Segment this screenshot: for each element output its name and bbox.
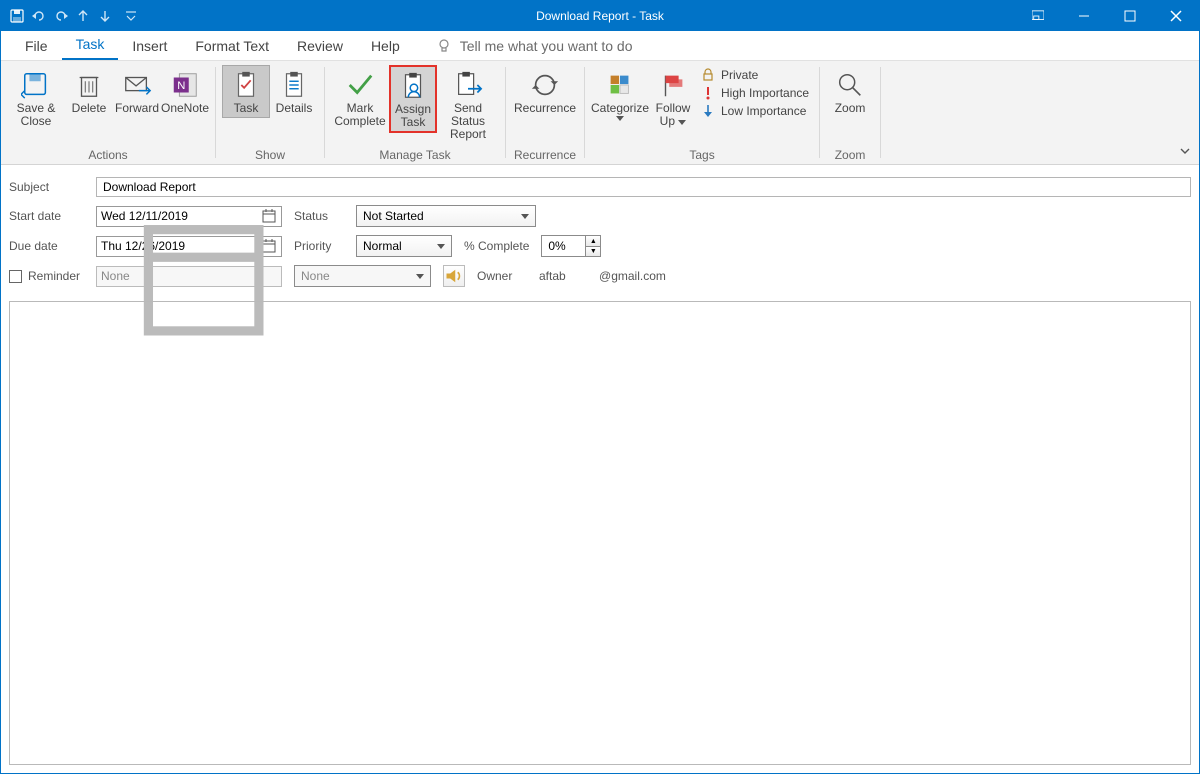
chevron-down-icon	[678, 120, 686, 125]
status-combo[interactable]: Not Started	[356, 205, 536, 227]
maximize-button[interactable]	[1107, 1, 1153, 31]
group-label-manage-task: Manage Task	[331, 146, 499, 164]
owner-value: aftab @gmail.com	[539, 269, 666, 283]
customize-qat-icon[interactable]	[123, 8, 139, 24]
reminder-sound-button[interactable]	[443, 265, 465, 287]
ribbon-tabs: File Task Insert Format Text Review Help…	[1, 31, 1199, 61]
mark-complete-button[interactable]: MarkComplete	[331, 65, 389, 131]
task-view-button[interactable]: Task	[222, 65, 270, 118]
group-label-recurrence: Recurrence	[512, 146, 578, 164]
close-button[interactable]	[1153, 1, 1199, 31]
chevron-down-icon	[521, 214, 529, 219]
prev-item-icon[interactable]	[75, 8, 91, 24]
priority-label: Priority	[294, 239, 344, 253]
task-body-editor[interactable]	[9, 301, 1191, 765]
recurrence-button[interactable]: Recurrence	[512, 65, 578, 118]
checkbox-icon	[9, 270, 22, 283]
priority-combo[interactable]: Normal	[356, 235, 452, 257]
forward-button[interactable]: Forward	[113, 65, 161, 118]
low-importance-icon	[701, 104, 715, 118]
chevron-down-icon	[437, 244, 445, 249]
status-label: Status	[294, 209, 344, 223]
redo-icon[interactable]	[53, 8, 69, 24]
tab-file[interactable]: File	[11, 32, 62, 60]
group-label-show: Show	[222, 146, 318, 164]
speaker-icon	[444, 266, 464, 286]
subject-label: Subject	[9, 180, 84, 194]
tab-format-text[interactable]: Format Text	[181, 32, 283, 60]
group-label-tags: Tags	[591, 146, 813, 164]
group-label-zoom: Zoom	[826, 146, 874, 164]
assign-task-button[interactable]: AssignTask	[389, 65, 437, 133]
collapse-ribbon-icon[interactable]	[1179, 145, 1191, 160]
tab-insert[interactable]: Insert	[118, 32, 181, 60]
tab-task[interactable]: Task	[62, 30, 119, 60]
due-date-label: Due date	[9, 239, 84, 253]
follow-up-button[interactable]: Follow Up	[649, 65, 697, 131]
reminder-time-combo[interactable]: None	[294, 265, 431, 287]
save-and-close-button[interactable]: Save & Close	[7, 65, 65, 131]
window-title: Download Report - Task	[536, 9, 664, 23]
send-status-report-button[interactable]: Send StatusReport	[437, 65, 499, 144]
undo-icon[interactable]	[31, 8, 47, 24]
svg-text:N: N	[177, 80, 185, 92]
details-view-button[interactable]: Details	[270, 65, 318, 118]
low-importance-button[interactable]: Low Importance	[701, 104, 809, 118]
ribbon-display-options[interactable]	[1015, 1, 1061, 31]
quick-access-toolbar	[1, 8, 113, 24]
ribbon: Save & Close Delete Forward N OneNote Ac…	[1, 61, 1199, 165]
private-button[interactable]: Private	[701, 68, 809, 82]
lightbulb-icon	[436, 38, 452, 54]
group-label-actions: Actions	[7, 146, 209, 164]
next-item-icon[interactable]	[97, 8, 113, 24]
lock-icon	[701, 68, 715, 82]
onenote-button[interactable]: N OneNote	[161, 65, 209, 118]
percent-complete-label: % Complete	[464, 239, 529, 253]
title-bar: Download Report - Task	[1, 1, 1199, 31]
reminder-checkbox[interactable]: Reminder	[9, 269, 84, 283]
high-importance-icon	[701, 86, 715, 100]
zoom-button[interactable]: Zoom	[826, 65, 874, 118]
subject-input[interactable]: Download Report	[96, 177, 1191, 197]
tell-me-input[interactable]: Tell me what you want to do	[460, 38, 633, 54]
chevron-down-icon	[416, 274, 424, 279]
tab-review[interactable]: Review	[283, 32, 357, 60]
minimize-button[interactable]	[1061, 1, 1107, 31]
delete-button[interactable]: Delete	[65, 65, 113, 118]
percent-complete-spinner[interactable]: 0% ▲▼	[541, 235, 601, 257]
owner-label: Owner	[477, 269, 527, 283]
reminder-date-input[interactable]: None	[96, 266, 282, 287]
categorize-button[interactable]: Categorize	[591, 65, 649, 124]
chevron-down-icon	[616, 116, 624, 121]
start-date-label: Start date	[9, 209, 84, 223]
save-icon[interactable]	[9, 8, 25, 24]
high-importance-button[interactable]: High Importance	[701, 86, 809, 100]
tab-help[interactable]: Help	[357, 32, 414, 60]
